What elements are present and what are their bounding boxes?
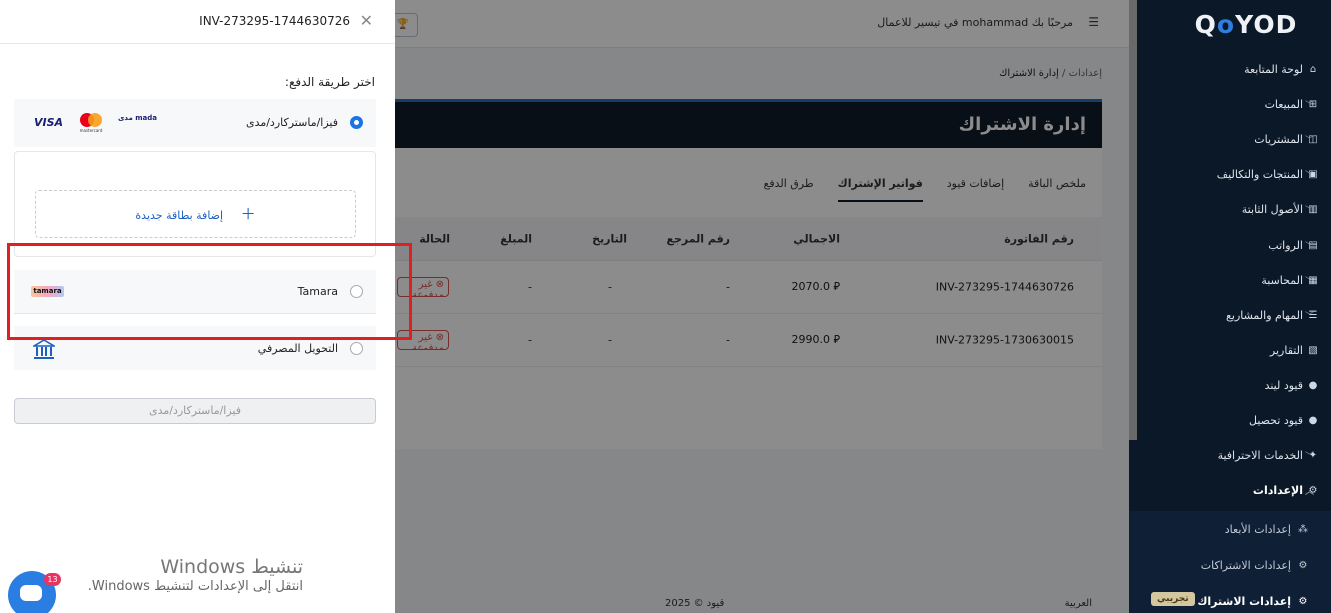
sidebar-item-4[interactable]: ▥ الأصول الثابتة ﹀ [1129,192,1331,227]
bank-icon [33,339,55,359]
sidebar-item-5[interactable]: ▤ الرواتب ﹀ [1129,228,1331,263]
drawer-header: INV-273295-1744630726 ✕ [0,0,395,44]
sidebar-item-label: المهام والمشاريع [1226,308,1303,322]
chevron-down-icon[interactable]: ﹀ [1305,203,1314,216]
svg-text:mastercard: mastercard [80,128,103,133]
trial-badge: تجريبي [1151,592,1195,606]
gear-icon: ⚙ [1298,595,1308,607]
sidebar-item-0[interactable]: ⌂ لوحة المتابعة [1129,52,1331,87]
card-radio[interactable] [350,116,363,129]
chevron-down-icon[interactable]: ﹀ [1305,449,1314,462]
lend-icon: ● [1308,379,1318,391]
qoyod-logo[interactable]: QoYOD [1191,10,1301,40]
sidebar-item-9[interactable]: ● قيود ليند [1129,368,1331,403]
reports-icon: ▧ [1308,344,1318,356]
chevron-up-icon[interactable]: ︿ [1305,484,1314,497]
chat-icon [20,585,42,601]
sidebar-item-11[interactable]: ✦ الخدمات الاحترافية ﹀ [1129,438,1331,473]
bank-radio[interactable] [350,342,363,355]
chat-badge: 13 [44,573,61,586]
card-option-label: فيزا/ماستركارد/مدى [245,116,338,129]
chevron-down-icon[interactable]: ﹀ [1305,168,1314,181]
sidebar-item-label: المشتريات [1254,133,1303,147]
sidebar-item-label: الرواتب [1268,238,1303,252]
sidebar-subitem-0[interactable]: ⁂ إعدادات الأبعاد [1129,511,1331,547]
saved-cards-area: ＋ إضافة بطاقة جديدة [14,151,376,257]
chevron-down-icon[interactable]: ﹀ [1305,239,1314,252]
payment-drawer: INV-273295-1744630726 ✕ اختر طريقة الدفع… [0,0,412,613]
sidebar-item-7[interactable]: ☰ المهام والمشاريع ﹀ [1129,298,1331,333]
close-icon[interactable]: ✕ [360,11,373,30]
sidebar-item-3[interactable]: ▣ المنتجات والتكاليف ﹀ [1129,157,1331,192]
sidebar-item-6[interactable]: ▦ المحاسبة ﹀ [1129,263,1331,298]
dashboard-icon: ⌂ [1309,64,1317,75]
add-card-button[interactable]: ＋ إضافة بطاقة جديدة [35,190,356,238]
sidebar-item-label: التقارير [1269,343,1303,357]
bank-option-label: التحويل المصرفي [257,342,338,355]
sidebar-item-label: الإعدادات [1252,484,1303,498]
sidebar-item-label: الأصول الثابتة [1241,203,1303,217]
dimensions-icon: ⁂ [1298,523,1308,535]
sidebar-subitem-label: إعدادات الاشتراكات [1200,558,1291,572]
sidebar-subitem-2[interactable]: ⚙ إعدادات الاشتراك تجريبي [1129,583,1331,613]
sidebar-subitem-1[interactable]: ⚙ إعدادات الاشتراكات [1129,547,1331,583]
sidebar-subitem-label: إعدادات الاشتراك [1197,594,1291,608]
sidebar: QoYOD ⌂ لوحة المتابعة ⊞ المبيعات ﹀ ◫ المشتريات… [1129,0,1331,613]
sidebar-item-label: الخدمات الاحترافية [1217,449,1303,463]
sidebar-item-label: لوحة المتابعة [1244,63,1303,76]
sidebar-item-label: المنتجات والتكاليف [1216,168,1303,182]
sidebar-item-2[interactable]: ◫ المشتريات ﹀ [1129,122,1331,157]
chevron-down-icon[interactable]: ﹀ [1305,309,1314,322]
sidebar-item-10[interactable]: ● قيود تحصيل [1129,403,1331,438]
chevron-down-icon[interactable]: ﹀ [1305,133,1314,146]
sidebar-item-8[interactable]: ▧ التقارير [1129,333,1331,368]
chevron-down-icon[interactable]: ﹀ [1305,98,1314,111]
sidebar-item-label: قيود تحصيل [1248,414,1303,427]
gear-icon: ⚙ [1298,559,1308,571]
sidebar-item-label: قيود ليند [1264,378,1303,392]
chevron-down-icon[interactable]: ﹀ [1305,274,1314,287]
sidebar-item-1[interactable]: ⊞ المبيعات ﹀ [1129,87,1331,122]
visa-logo: VISA [34,116,64,129]
windows-activation-watermark: تنشيط Windows انتقل إلى الإعدادات لتنشيط… [87,556,303,594]
sidebar-subitem-label: إعدادات الأبعاد [1224,522,1291,536]
mastercard-logo: mastercard [80,113,103,133]
drawer-title: INV-273295-1744630726 [199,14,350,28]
sidebar-item-label: المحاسبة [1261,273,1303,287]
choose-payment-label: اختر طريقة الدفع: [284,75,375,89]
sidebar-item-label: المبيعات [1264,98,1303,112]
plus-icon: ＋ [240,205,256,223]
sidebar-item-12[interactable]: ⚙ الإعدادات ︿ [1129,473,1331,508]
highlight-box [7,243,412,340]
collection-icon: ● [1308,415,1318,426]
payment-option-card[interactable]: فيزا/ماستركارد/مدى [14,99,376,147]
mada-logo: مدى mada [118,114,157,122]
add-card-label: إضافة بطاقة جديدة [135,209,224,222]
pay-submit-button[interactable]: فيزا/ماستركارد/مدى [14,398,376,424]
